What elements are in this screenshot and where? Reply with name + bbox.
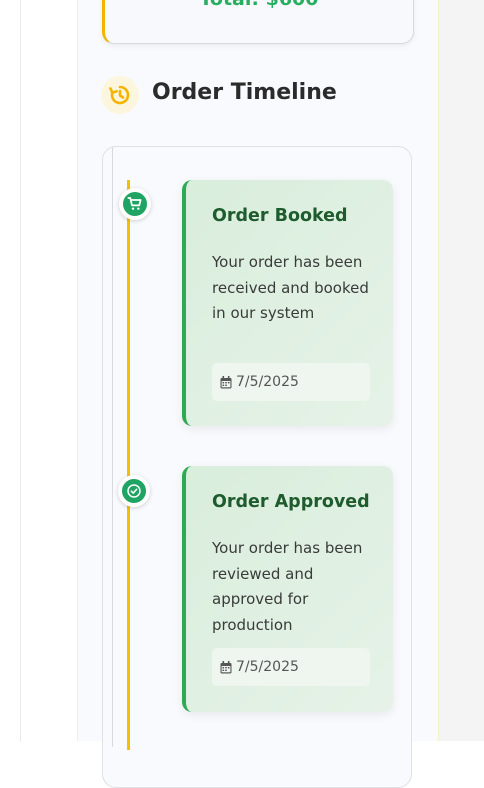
right-gutter [437, 0, 484, 741]
event-date: 7/5/2025 [212, 648, 370, 686]
timeline-line [127, 180, 130, 750]
left-gutter [0, 0, 21, 741]
event-description: Your order has been received and booked … [212, 253, 369, 322]
calendar-icon [220, 660, 232, 673]
calendar-icon [220, 375, 232, 388]
timeline-event-order-booked: Order Booked Your order has been receive… [182, 180, 393, 426]
cart-icon [119, 188, 151, 220]
event-date-text: 7/5/2025 [236, 659, 299, 675]
total-amount: Total: $600 [105, 0, 413, 9]
event-date-text: 7/5/2025 [236, 374, 299, 390]
total-card: Total: $600 [102, 0, 414, 44]
history-icon [101, 76, 139, 114]
check-circle-icon [118, 475, 150, 507]
event-description: Your order has been reviewed and approve… [212, 539, 363, 634]
event-title: Order Booked [212, 206, 348, 226]
event-date: 7/5/2025 [212, 363, 370, 401]
event-title: Order Approved [212, 492, 370, 512]
section-title: Order Timeline [152, 80, 337, 105]
timeline-event-order-approved: Order Approved Your order has been revie… [182, 466, 393, 712]
container-divider [112, 147, 113, 747]
